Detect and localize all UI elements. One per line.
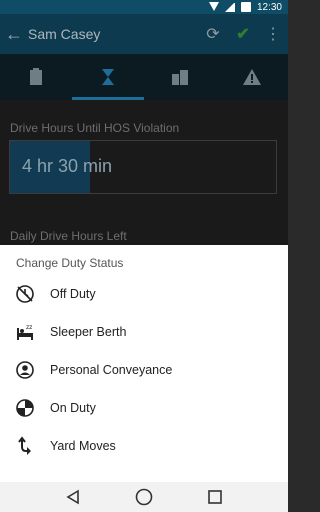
tab-inspection[interactable] xyxy=(144,54,216,100)
back-arrow-icon[interactable]: ← xyxy=(0,24,28,45)
drive-hours-label: Drive Hours Until HOS Violation xyxy=(10,121,180,135)
warning-icon xyxy=(243,69,261,85)
hourglass-icon xyxy=(102,69,114,85)
menu-item-label: On Duty xyxy=(50,401,96,415)
menu-item-label: Personal Conveyance xyxy=(50,363,173,377)
sleeper-berth-icon: zz xyxy=(0,322,50,342)
tab-logs[interactable] xyxy=(0,54,72,100)
signal-icon xyxy=(224,2,235,12)
refresh-icon[interactable]: ⟳ xyxy=(198,24,228,44)
tab-hours[interactable] xyxy=(72,54,144,100)
off-duty-icon xyxy=(0,284,50,304)
menu-item-personal-conveyance[interactable]: Personal Conveyance xyxy=(0,351,288,389)
yard-moves-icon xyxy=(0,436,50,456)
wifi-icon xyxy=(208,2,219,12)
personal-conveyance-icon xyxy=(0,360,50,380)
nav-back-icon[interactable] xyxy=(63,487,83,507)
drive-hours-value: 4 hr 30 min xyxy=(22,156,113,176)
drive-hours-progress: 4 hr 30 min xyxy=(9,140,277,194)
menu-item-label: Sleeper Berth xyxy=(50,325,127,339)
nav-home-icon[interactable] xyxy=(134,487,154,507)
menu-item-sleeper-berth[interactable]: zz Sleeper Berth xyxy=(0,313,288,351)
status-bar: 12:30 xyxy=(0,0,288,14)
page-title: Sam Casey xyxy=(28,26,101,42)
hours-content: Drive Hours Until HOS Violation 4 hr 30 … xyxy=(0,100,288,245)
menu-item-yard-moves[interactable]: Yard Moves xyxy=(0,427,288,465)
tab-bar xyxy=(0,54,288,100)
daily-drive-label: Daily Drive Hours Left xyxy=(10,229,127,243)
system-nav-bar xyxy=(0,482,288,512)
status-time: 12:30 xyxy=(256,1,282,13)
more-vert-icon[interactable]: ⋮ xyxy=(258,24,288,44)
sheet-title: Change Duty Status xyxy=(16,256,124,270)
change-duty-status-sheet: Change Duty Status Off Duty zz Sleeper B… xyxy=(0,245,288,482)
tab-violations[interactable] xyxy=(216,54,288,100)
svg-text:zz: zz xyxy=(26,324,32,331)
on-duty-icon xyxy=(0,398,50,418)
menu-item-label: Yard Moves xyxy=(50,439,116,453)
clipboard-icon xyxy=(30,68,42,85)
app-bar: ← Sam Casey ⟳ ✔ ⋮ xyxy=(0,14,288,54)
battery-icon xyxy=(240,2,251,12)
check-icon[interactable]: ✔ xyxy=(228,24,258,44)
nav-recents-icon[interactable] xyxy=(205,487,225,507)
menu-item-on-duty[interactable]: On Duty xyxy=(0,389,288,427)
menu-item-label: Off Duty xyxy=(50,287,96,301)
menu-item-off-duty[interactable]: Off Duty xyxy=(0,275,288,313)
buildings-icon xyxy=(172,70,188,85)
